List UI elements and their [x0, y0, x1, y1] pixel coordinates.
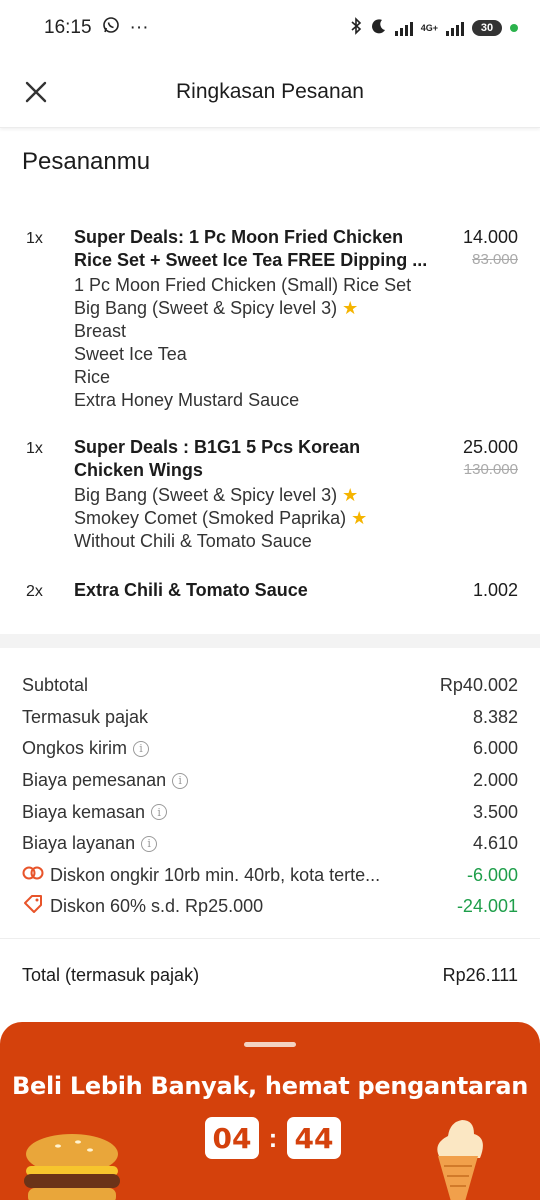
item-quantity: 1x [26, 230, 43, 247]
summary-value: -24.001 [456, 896, 518, 917]
item-quantity: 1x [26, 440, 43, 457]
summary-row-delivery-discount: Diskon ongkir 10rb min. 40rb, kota terte… [22, 860, 518, 892]
summary-label: Biaya kemasan [22, 801, 146, 822]
summary-label: Ongkos kirim [22, 738, 128, 759]
summary-row-service: Biaya layanan i 4.610 [22, 828, 518, 860]
summary-label: Diskon ongkir 10rb min. 40rb, kota terte… [50, 864, 381, 885]
summary-value: -6.000 [466, 864, 518, 885]
item-name-line: Chicken Wings [74, 460, 203, 480]
item-price: 1.002 [472, 580, 518, 600]
bluetooth-icon [349, 16, 363, 40]
timer-minutes: 04 [205, 1117, 259, 1159]
summary-value: 6.000 [472, 738, 518, 759]
summary-label: Biaya layanan [22, 833, 136, 854]
item-name: Extra Chili & Tomato Sauce [74, 579, 428, 602]
info-icon[interactable]: i [172, 772, 189, 789]
order-items-list: 1x Super Deals: 1 Pc Moon Fried Chicken … [0, 226, 540, 619]
ice-cream-illustration [418, 1112, 498, 1200]
info-icon[interactable]: i [141, 835, 158, 852]
item-price: 14.000 [462, 227, 518, 247]
payment-summary: Subtotal Rp40.002 Termasuk pajak 8.382 O… [22, 670, 518, 923]
summary-row-packaging: Biaya kemasan i 3.500 [22, 796, 518, 828]
network-type-label: 4G+ [420, 23, 438, 33]
total-row: Total (termasuk pajak) Rp26.111 [22, 965, 518, 986]
summary-value: 2.000 [472, 770, 518, 791]
item-option: Rice [74, 367, 111, 387]
page-title: Ringkasan Pesanan [176, 79, 364, 103]
privacy-indicator-dot [510, 24, 518, 32]
status-bar: 16:15 ··· 4G+ 30 [0, 0, 540, 56]
item-price: 25.000 [462, 437, 518, 457]
order-item: 1x Super Deals: 1 Pc Moon Fried Chicken … [0, 226, 540, 436]
item-original-price: 130.000 [463, 461, 518, 478]
section-divider [0, 634, 540, 648]
item-option: Extra Honey Mustard Sauce [74, 390, 300, 410]
item-original-price: 83.000 [472, 251, 518, 268]
summary-row-delivery: Ongkos kirim i 6.000 [22, 733, 518, 765]
summary-label: Subtotal [22, 675, 89, 696]
moon-icon [371, 18, 387, 39]
tag-icon [22, 894, 44, 919]
whatsapp-icon [102, 16, 120, 40]
summary-label: Biaya pemesanan [22, 770, 167, 791]
battery-icon: 30 [472, 20, 502, 36]
total-divider [0, 938, 540, 939]
item-option: Big Bang (Sweet & Spicy level 3) ★ [74, 485, 359, 505]
summary-row-subtotal: Subtotal Rp40.002 [22, 670, 518, 702]
item-name-line: Super Deals : B1G1 5 Pcs Korean [74, 437, 361, 457]
summary-value: 3.500 [472, 801, 518, 822]
total-label: Total (termasuk pajak) [22, 965, 200, 985]
signal-1-icon [394, 20, 413, 36]
signal-2-icon [446, 20, 464, 36]
timer-seconds: 44 [287, 1117, 341, 1159]
star-icon: ★ [342, 298, 359, 318]
item-option: Without Chili & Tomato Sauce [74, 531, 312, 551]
summary-label: Termasuk pajak [22, 706, 149, 727]
item-name: Super Deals: 1 Pc Moon Fried Chicken Ric… [74, 226, 428, 272]
item-option: Breast [74, 321, 127, 341]
order-item: 2x Extra Chili & Tomato Sauce 1.002 [0, 579, 540, 619]
status-time: 16:15 [44, 17, 92, 38]
order-item: 1x Super Deals : B1G1 5 Pcs Korean Chick… [0, 436, 540, 579]
summary-value: 8.382 [472, 706, 518, 727]
close-button[interactable] [22, 78, 50, 106]
item-option: Smokey Comet (Smoked Paprika) ★ [74, 508, 368, 528]
close-icon [25, 81, 47, 103]
item-quantity: 2x [26, 583, 43, 600]
timer-colon: : [268, 1122, 278, 1153]
summary-row-promo-discount: Diskon 60% s.d. Rp25.000 -24.001 [22, 891, 518, 923]
countdown-timer: 04 : 44 [205, 1117, 341, 1159]
summary-value: 4.610 [472, 833, 518, 854]
info-icon[interactable]: i [151, 804, 168, 821]
item-option: 1 Pc Moon Fried Chicken (Small) Rice Set [74, 275, 412, 295]
promo-title: Beli Lebih Banyak, hemat pengantaran [11, 1072, 529, 1100]
item-name-line: Super Deals: 1 Pc Moon Fried Chicken [74, 227, 404, 247]
more-notifications-icon: ··· [129, 17, 149, 38]
sheet-drag-handle[interactable] [244, 1042, 296, 1047]
promo-banner[interactable]: Beli Lebih Banyak, hemat pengantaran 04 … [0, 1022, 540, 1200]
item-name-line: Extra Chili & Tomato Sauce [74, 580, 308, 600]
burger-illustration [20, 1132, 130, 1200]
summary-row-order-fee: Biaya pemesanan i 2.000 [22, 765, 518, 797]
item-name-line: Rice Set + Sweet Ice Tea FREE Dipping ..… [74, 250, 428, 270]
app-header: Ringkasan Pesanan [0, 56, 540, 128]
summary-row-tax: Termasuk pajak 8.382 [22, 702, 518, 734]
info-icon[interactable]: i [133, 740, 150, 757]
total-value: Rp26.111 [442, 965, 518, 985]
summary-value: Rp40.002 [439, 675, 518, 696]
item-option: Sweet Ice Tea [74, 344, 187, 364]
item-option: Big Bang (Sweet & Spicy level 3) ★ [74, 298, 359, 318]
star-icon: ★ [342, 485, 359, 505]
item-name: Super Deals : B1G1 5 Pcs Korean Chicken … [74, 436, 428, 482]
summary-label: Diskon 60% s.d. Rp25.000 [50, 896, 264, 917]
delivery-discount-icon [22, 865, 44, 886]
star-icon: ★ [351, 508, 368, 528]
section-title: Pesananmu [22, 148, 151, 175]
